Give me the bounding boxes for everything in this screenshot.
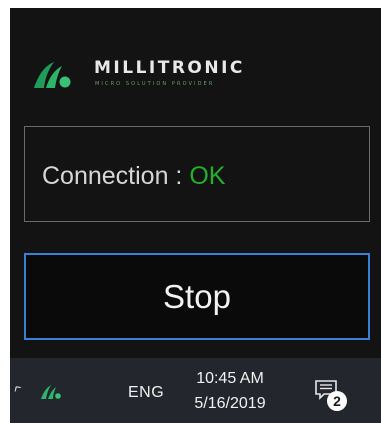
app-window: MILLITRONIC Micro Solution Provider Conn… xyxy=(10,8,381,358)
input-language-indicator[interactable]: ENG xyxy=(128,384,164,402)
taskbar: ^ ENG 10:45 AM 5/16/2019 2 xyxy=(10,358,381,423)
notification-count-badge: 2 xyxy=(327,391,347,411)
clock-date: 5/16/2019 xyxy=(194,395,266,412)
show-hidden-icons-chevron-icon[interactable]: ^ xyxy=(11,382,29,401)
connection-label: Connection : xyxy=(42,162,190,190)
clock-time: 10:45 AM xyxy=(196,370,264,387)
brand-tagline: Micro Solution Provider xyxy=(95,81,215,87)
millitronic-logo-icon xyxy=(34,62,71,88)
millitronic-tray-icon[interactable] xyxy=(40,384,66,400)
connection-status-value: OK xyxy=(189,162,226,190)
connection-status-text: Connection : OK xyxy=(42,162,225,191)
brand-logo: MILLITRONIC Micro Solution Provider xyxy=(32,56,292,96)
action-center-button[interactable]: 2 xyxy=(315,380,351,414)
connection-status-box: Connection : OK xyxy=(24,126,370,222)
stop-button-label: Stop xyxy=(163,277,231,315)
system-clock[interactable]: 10:45 AM 5/16/2019 xyxy=(185,366,275,416)
stop-button[interactable]: Stop xyxy=(24,253,370,340)
brand-name: MILLITRONIC xyxy=(94,58,245,78)
